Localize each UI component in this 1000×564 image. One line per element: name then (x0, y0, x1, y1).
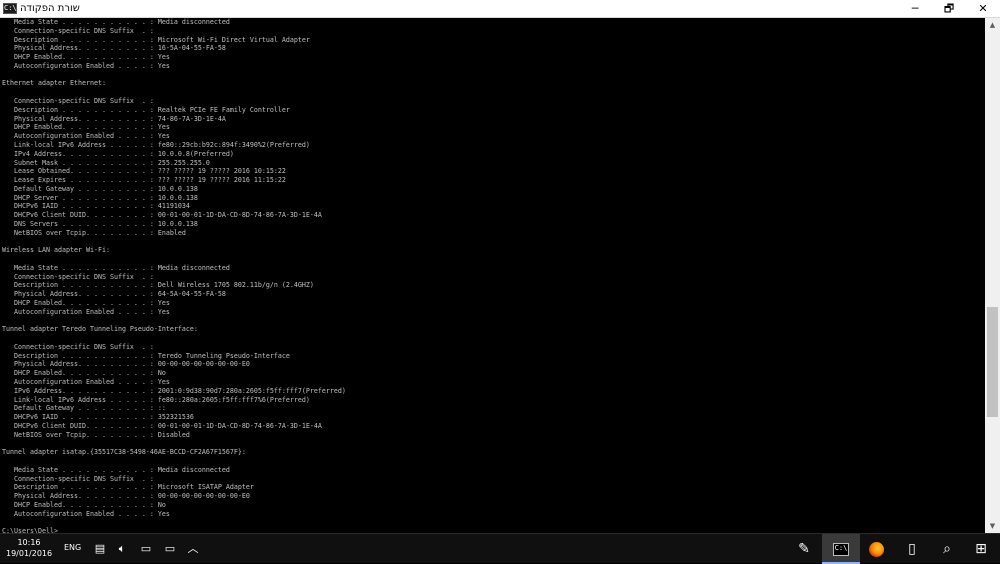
console-line: Subnet Mask . . . . . . . . . . . : 255.… (2, 158, 210, 167)
console-line: Description . . . . . . . . . . . : Dell… (2, 281, 314, 290)
pinned-app-icon[interactable]: ✎ (785, 534, 823, 564)
clock-date: 19/01/2016 (6, 549, 53, 558)
console-line: DHCP Enabled. . . . . . . . . . . : No (2, 369, 166, 378)
console-line: Connection-specific DNS Suffix . : (2, 272, 154, 281)
console-line: Description . . . . . . . . . . . : Micr… (2, 35, 310, 44)
console-line: Lease Expires . . . . . . . . . . : ??? … (2, 176, 286, 185)
console-text: Media State . . . . . . . . . . . : Medi… (0, 18, 985, 533)
console-line: IPv6 Address. . . . . . . . . . . : 2001… (2, 386, 346, 395)
language-indicator[interactable]: ENG (64, 543, 81, 552)
search-icon[interactable]: ⌕ (928, 534, 966, 564)
console-line: DHCP Enabled. . . . . . . . . . . : No (2, 500, 166, 509)
console-line: Physical Address. . . . . . . . . : 00-0… (2, 492, 250, 501)
console-line: NetBIOS over Tcpip. . . . . . . . : Enab… (2, 228, 186, 237)
battery-icon[interactable]: ▭ (162, 541, 178, 557)
console-line: IPv4 Address. . . . . . . . . . . : 10.0… (2, 149, 234, 158)
console-line: Description . . . . . . . . . . . : Tere… (2, 351, 290, 360)
scroll-down-arrow-icon[interactable]: ▼ (985, 519, 1000, 533)
vertical-scrollbar[interactable]: ▲ ▼ (985, 18, 1000, 533)
console-line: Media State . . . . . . . . . . . : Medi… (2, 18, 230, 26)
console-line: Physical Address. . . . . . . . . : 74-8… (2, 114, 226, 123)
console-line: Physical Address. . . . . . . . . : 64-5… (2, 290, 226, 299)
taskbar: 10:16 19/01/2016 ENG ▤ 🔈︎ ▭ ▭ ︿ ✎ C:\ ▯ … (0, 533, 1000, 564)
network-icon[interactable]: ▭ (138, 541, 154, 557)
console-line: Lease Obtained. . . . . . . . . . : ??? … (2, 167, 286, 176)
console-line: Description . . . . . . . . . . . : Micr… (2, 483, 254, 492)
window-title: שורת הפקודה (20, 3, 80, 14)
volume-icon[interactable]: 🔈︎ (114, 541, 130, 557)
minimize-button[interactable]: ─ (898, 0, 932, 17)
scroll-up-arrow-icon[interactable]: ▲ (985, 18, 1000, 32)
console-line: DHCPv6 Client DUID. . . . . . . . : 00-0… (2, 421, 322, 430)
console-line: DHCP Server . . . . . . . . . . . : 10.0… (2, 193, 198, 202)
console-line: DHCPv6 Client DUID. . . . . . . . : 00-0… (2, 211, 322, 220)
console-line: Media State . . . . . . . . . . . : Medi… (2, 465, 230, 474)
console-line: DNS Servers . . . . . . . . . . . : 10.0… (2, 219, 198, 228)
console-line: Autoconfiguration Enabled . . . . : Yes (2, 61, 170, 70)
console-line: Connection-specific DNS Suffix . : (2, 342, 154, 351)
close-button[interactable]: ✕ (966, 0, 1000, 17)
console-line: Connection-specific DNS Suffix . : (2, 26, 154, 35)
command-prompt-taskbar-icon[interactable]: C:\ (822, 534, 860, 564)
console-line: Autoconfiguration Enabled . . . . : Yes (2, 378, 170, 387)
title-bar[interactable]: C:\ שורת הפקודה ─ 🗗 ✕ (0, 0, 1000, 18)
console-line: Physical Address. . . . . . . . . : 16-5… (2, 44, 226, 53)
console-line: DHCP Enabled. . . . . . . . . . . : Yes (2, 299, 170, 307)
console-line: DHCPv6 IAID . . . . . . . . . . . : 3523… (2, 413, 194, 422)
console-line: Autoconfiguration Enabled . . . . : Yes (2, 509, 170, 518)
console-line: Autoconfiguration Enabled . . . . : Yes (2, 132, 170, 141)
maximize-button[interactable]: 🗗 (932, 0, 966, 17)
console-line: Physical Address. . . . . . . . . : 00-0… (2, 360, 250, 369)
notification-icon[interactable]: ▤ (92, 541, 108, 557)
console-line: Tunnel adapter Teredo Tunneling Pseudo-I… (2, 325, 198, 334)
console-line: DHCPv6 IAID . . . . . . . . . . . : 4119… (2, 202, 190, 211)
console-line: Media State . . . . . . . . . . . : Medi… (2, 263, 230, 272)
console-line: Autoconfiguration Enabled . . . . : Yes (2, 307, 170, 316)
console-line: DHCP Enabled. . . . . . . . . . . : Yes (2, 123, 170, 132)
console-line: Ethernet adapter Ethernet: (2, 79, 106, 88)
clock-time: 10:16 (17, 538, 41, 547)
console-output[interactable]: Media State . . . . . . . . . . . : Medi… (0, 18, 985, 533)
chevron-up-icon[interactable]: ︿ (185, 541, 201, 557)
console-line: Link-local IPv6 Address . . . . . : fe80… (2, 395, 310, 404)
firefox-icon[interactable] (857, 534, 895, 564)
console-line: Default Gateway . . . . . . . . . : 10.0… (2, 184, 198, 193)
windows-start-icon[interactable]: ⊞ (962, 534, 1000, 564)
command-prompt-icon[interactable]: C:\ (3, 3, 17, 14)
console-line: Default Gateway . . . . . . . . . : :: (2, 404, 166, 413)
console-line: Connection-specific DNS Suffix . : (2, 97, 154, 106)
scrollbar-thumb[interactable] (987, 307, 998, 417)
task-view-icon[interactable]: ▯ (893, 534, 931, 564)
console-line: Description . . . . . . . . . . . : Real… (2, 105, 290, 114)
console-line: Wireless LAN adapter Wi-Fi: (2, 246, 110, 255)
system-clock[interactable]: 10:16 19/01/2016 (6, 537, 52, 559)
console-line: NetBIOS over Tcpip. . . . . . . . : Disa… (2, 430, 190, 439)
console-line: Connection-specific DNS Suffix . : (2, 474, 154, 483)
console-line: DHCP Enabled. . . . . . . . . . . : Yes (2, 53, 170, 62)
console-line: Tunnel adapter isatap.{35517C38-5498-46A… (2, 448, 246, 457)
console-line: Link-local IPv6 Address . . . . . : fe80… (2, 140, 310, 149)
